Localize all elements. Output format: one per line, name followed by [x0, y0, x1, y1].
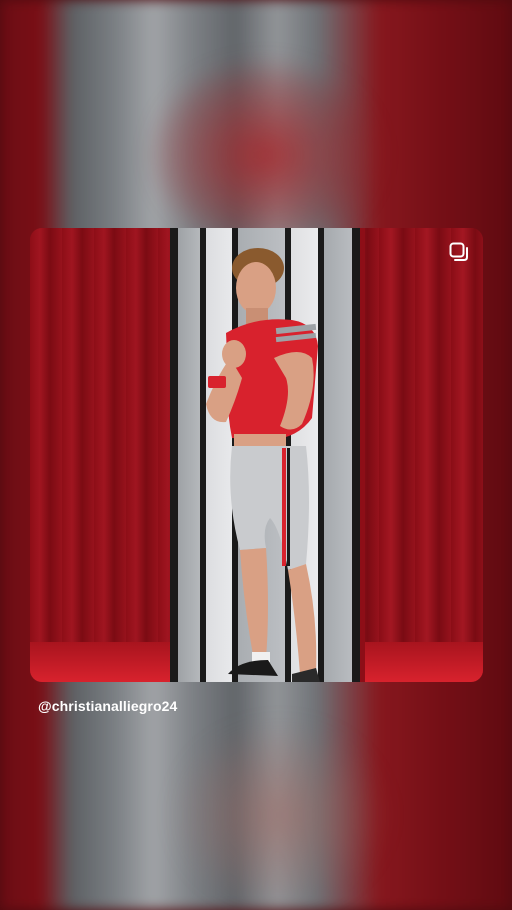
- multiple-images-icon: [449, 242, 468, 261]
- post-card[interactable]: [30, 228, 483, 682]
- player-photo: [206, 248, 320, 682]
- username-label[interactable]: @christianalliegro24: [38, 698, 177, 714]
